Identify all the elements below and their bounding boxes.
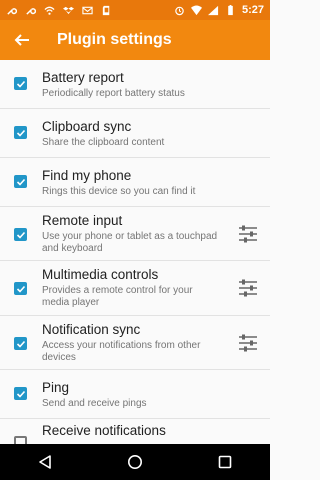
status-right-icons: 5:27 [174,4,264,16]
plugin-title: Notification sync [42,322,141,337]
nav-recents-button[interactable] [215,452,235,472]
arrow-back-icon [14,34,29,46]
plugin-checkbox[interactable] [14,175,27,188]
page-title: Plugin settings [57,31,172,48]
plugin-title: Battery report [42,70,124,85]
plugin-title: Ping [42,380,70,395]
back-button[interactable] [12,30,32,50]
plugin-row-remote-input[interactable]: Remote input Use your phone or tablet as… [0,207,270,261]
plugin-row-multimedia-controls[interactable]: Multimedia controls Provides a remote co… [0,261,270,316]
dropbox-icon [63,6,74,14]
plugin-row-ping[interactable]: Ping Send and receive pings [0,370,270,419]
plugin-subtitle: Rings this device so you can find it [42,186,196,197]
cell-signal-icon [207,5,219,15]
check-icon [16,231,25,239]
plugin-checkbox[interactable] [14,77,27,90]
plugin-subtitle: Access your notifications from other dev… [42,340,201,363]
nav-recents-icon [218,455,232,469]
nav-home-button[interactable] [125,452,145,472]
app-bar: Plugin settings [0,20,270,60]
status-left-icons [6,5,112,16]
wrench-icon [7,7,17,15]
plugin-title: Find my phone [42,168,132,183]
plugin-row-receive-notifications[interactable]: Receive notifications [0,419,270,444]
nav-home-icon [128,455,142,469]
check-icon [16,129,25,137]
check-icon [16,178,25,186]
sd-card-icon [102,5,110,15]
tune-settings-icon[interactable] [238,278,258,298]
tune-settings-icon[interactable] [238,224,258,244]
nav-back-icon [39,455,51,469]
plugin-row-notification-sync[interactable]: Notification sync Access your notificati… [0,316,270,370]
plugin-title: Receive notifications [42,423,166,438]
tune-settings-icon[interactable] [238,333,258,353]
alarm-icon [175,6,184,15]
check-icon [16,390,25,398]
plugin-row-battery-report[interactable]: Battery report Periodically report batte… [0,60,270,109]
check-icon [16,285,25,293]
plugin-checkbox-unchecked[interactable] [14,436,27,444]
battery-icon [228,4,233,15]
plugin-row-clipboard-sync[interactable]: Clipboard sync Share the clipboard conte… [0,109,270,158]
plugin-checkbox[interactable] [14,387,27,400]
plugin-title: Multimedia controls [42,267,159,282]
plugin-subtitle: Provides a remote control for your media… [42,285,193,308]
wifi-icon [44,6,55,15]
status-bar: 5:27 [0,0,270,20]
plugin-subtitle: Send and receive pings [42,398,147,409]
mail-icon [82,6,93,14]
plugin-checkbox[interactable] [14,337,27,350]
plugin-subtitle: Use your phone or tablet as a touchpad a… [42,231,218,254]
plugin-row-find-my-phone[interactable]: Find my phone Rings this device so you c… [0,158,270,207]
plugin-subtitle: Periodically report battery status [42,88,185,99]
plugin-title: Clipboard sync [42,119,132,134]
plugin-subtitle: Share the clipboard content [42,137,165,148]
check-icon [16,340,25,348]
plugin-title: Remote input [42,213,123,228]
plugin-checkbox[interactable] [14,228,27,241]
nav-back-button[interactable] [35,452,55,472]
navigation-bar [0,444,270,480]
check-icon [16,80,25,88]
plugin-checkbox[interactable] [14,282,27,295]
wifi-signal-icon [190,4,202,15]
plugin-checkbox[interactable] [14,126,27,139]
plugin-list[interactable]: Battery report Periodically report batte… [0,60,270,444]
wrench-icon [26,7,36,15]
status-time: 5:27 [241,4,264,16]
